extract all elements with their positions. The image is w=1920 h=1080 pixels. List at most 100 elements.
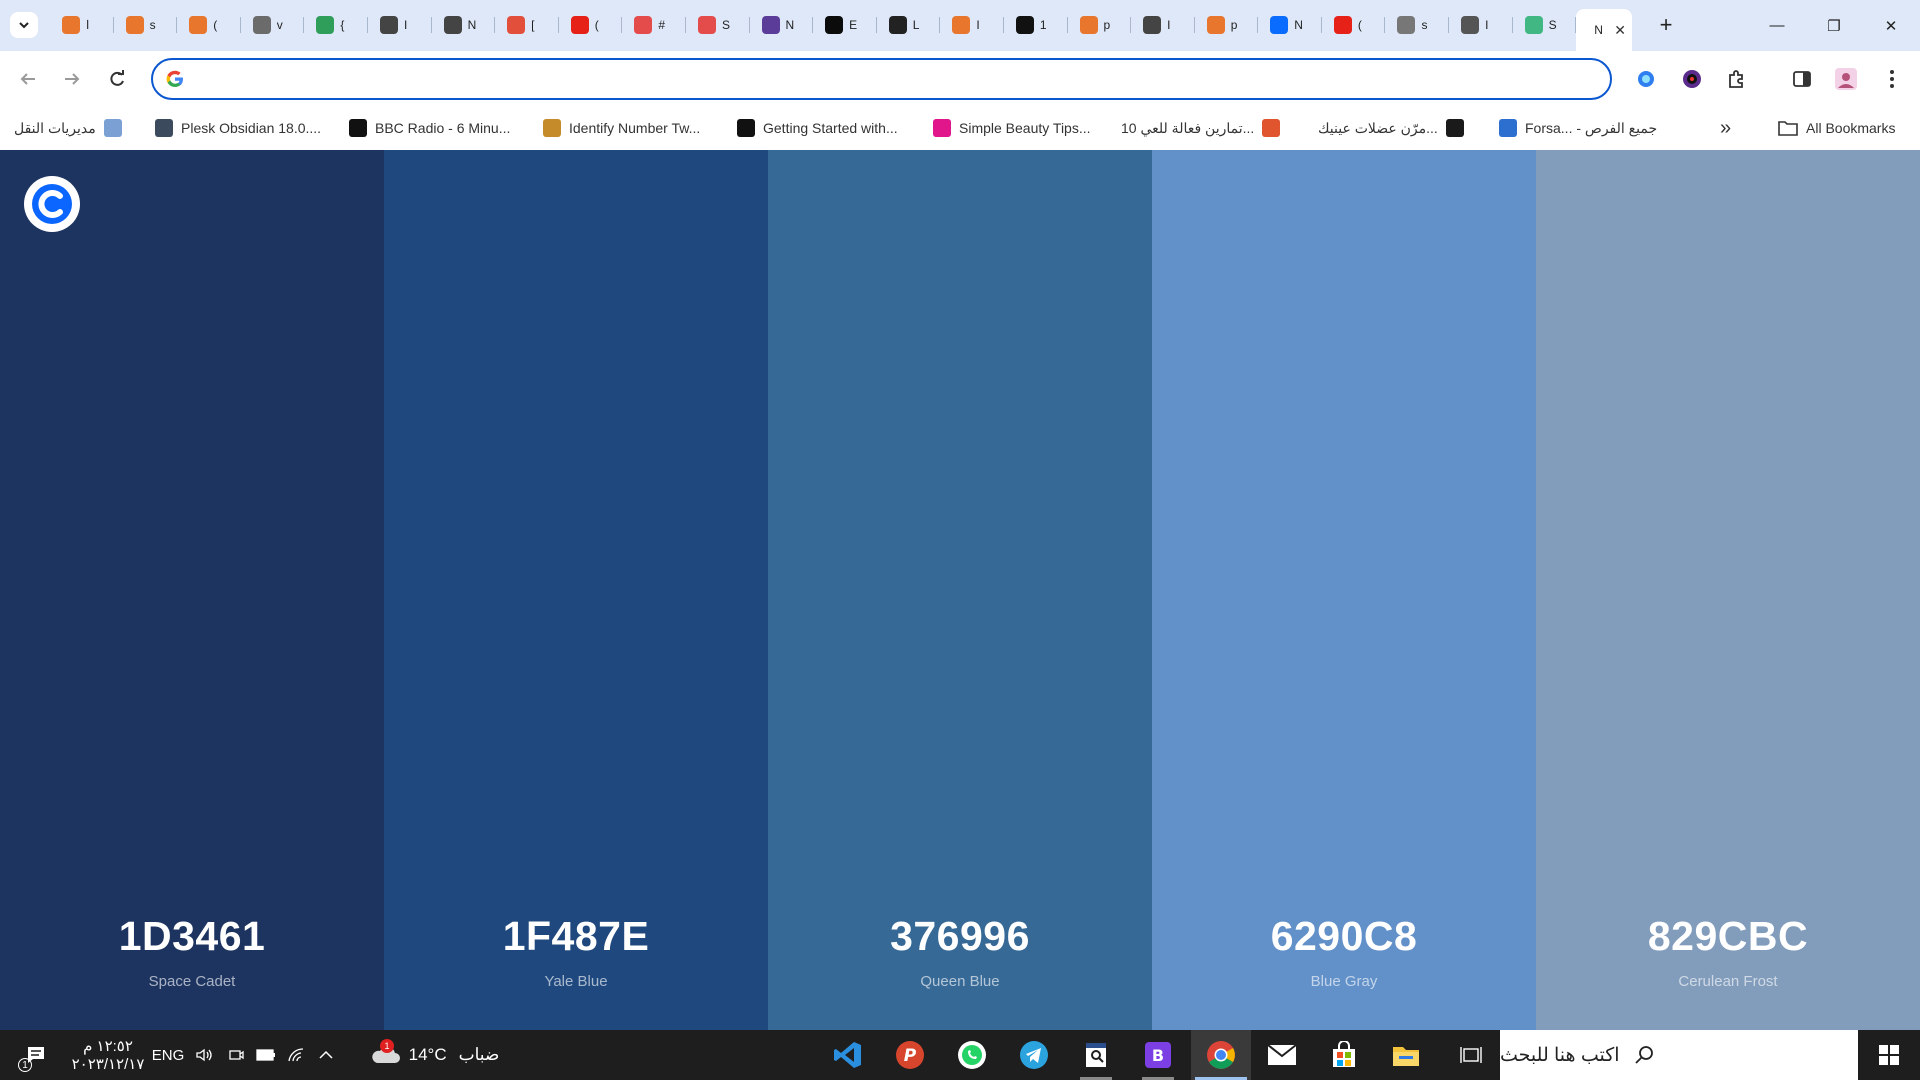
postman-button[interactable]: P bbox=[882, 1030, 938, 1080]
browser-tab[interactable]: p bbox=[1068, 9, 1132, 41]
color-name[interactable]: Blue Gray bbox=[1152, 973, 1536, 990]
browser-tab[interactable]: [ bbox=[495, 9, 559, 41]
chrome-taskbar-button[interactable] bbox=[1191, 1030, 1251, 1080]
browser-tab[interactable]: ( bbox=[559, 9, 623, 41]
chrome-menu-button[interactable] bbox=[1878, 65, 1906, 93]
clock-button[interactable]: ١٢:٥٢ م ٢٠٢٣/١٢/١٧ bbox=[68, 1030, 148, 1080]
battery-button[interactable] bbox=[252, 1030, 280, 1080]
bookmark-item[interactable]: 10 تمارين فعالة للعي... bbox=[1121, 117, 1281, 139]
task-view-button[interactable] bbox=[1443, 1030, 1499, 1080]
wifi-button[interactable] bbox=[282, 1030, 310, 1080]
extension-button[interactable] bbox=[1678, 65, 1706, 93]
browser-tab[interactable]: S bbox=[1513, 9, 1577, 41]
color-name[interactable]: Yale Blue bbox=[384, 973, 768, 990]
a-icon bbox=[1445, 119, 1464, 137]
color-name[interactable]: Cerulean Frost bbox=[1536, 973, 1920, 990]
color-hex-code[interactable]: 6290C8 bbox=[1152, 913, 1536, 960]
bookmark-label: Forsa... - جميع الفرص bbox=[1525, 119, 1658, 136]
reload-button[interactable] bbox=[103, 65, 131, 93]
bookmark-item[interactable]: Plesk Obsidian 18.0.... bbox=[155, 117, 321, 139]
color-swatch[interactable]: 1D3461 Space Cadet bbox=[0, 150, 384, 1030]
color-name[interactable]: Space Cadet bbox=[0, 973, 384, 990]
browser-tab[interactable]: 1 bbox=[1004, 9, 1068, 41]
browser-tab[interactable]: I bbox=[1131, 9, 1195, 41]
bootstrap-studio-button[interactable]: B bbox=[1130, 1030, 1186, 1080]
tab-search-button[interactable] bbox=[10, 12, 38, 38]
coolors-icon bbox=[32, 184, 72, 224]
whatsapp-button[interactable] bbox=[944, 1030, 1000, 1080]
file-explorer-icon bbox=[1393, 1047, 1419, 1066]
active-tab[interactable]: N ✕ bbox=[1576, 9, 1633, 51]
url-input[interactable] bbox=[197, 66, 1577, 92]
microsoft-store-button[interactable] bbox=[1316, 1030, 1372, 1080]
browser-tab[interactable]: I bbox=[368, 9, 432, 41]
bbc-icon bbox=[349, 119, 367, 137]
color-hex-code[interactable]: 829CBC bbox=[1536, 913, 1920, 960]
minimize-button[interactable]: — bbox=[1749, 0, 1805, 51]
browser-tab[interactable]: L bbox=[877, 9, 941, 41]
browser-tab[interactable]: ( bbox=[1322, 9, 1386, 41]
browser-tab[interactable]: s bbox=[114, 9, 178, 41]
back-button[interactable] bbox=[14, 65, 42, 93]
browser-tab[interactable]: N bbox=[432, 9, 496, 41]
notepad-button[interactable] bbox=[1068, 1030, 1124, 1080]
browser-tab[interactable]: ا bbox=[50, 9, 114, 41]
tab-title: s bbox=[149, 18, 156, 32]
color-swatch[interactable]: 829CBC Cerulean Frost bbox=[1536, 150, 1920, 1030]
browser-tab[interactable]: s bbox=[1385, 9, 1449, 41]
bookmark-item[interactable]: BBC Radio - 6 Minu... bbox=[349, 117, 510, 139]
vscode-button[interactable] bbox=[820, 1030, 876, 1080]
show-hidden-icons-button[interactable] bbox=[312, 1030, 340, 1080]
browser-tab[interactable]: E bbox=[813, 9, 877, 41]
browser-tab[interactable]: ( bbox=[177, 9, 241, 41]
coolors-logo[interactable] bbox=[24, 176, 80, 232]
language-indicator[interactable]: ENG bbox=[150, 1030, 186, 1080]
color-hex-code[interactable]: 376996 bbox=[768, 913, 1152, 960]
volume-button[interactable] bbox=[190, 1030, 218, 1080]
bookmark-item[interactable]: مديريات النقل bbox=[14, 117, 122, 139]
all-bookmarks-button[interactable]: All Bookmarks bbox=[1778, 117, 1895, 139]
color-swatch[interactable]: 6290C8 Blue Gray bbox=[1152, 150, 1536, 1030]
browser-tab[interactable]: I bbox=[1449, 9, 1513, 41]
browser-tab[interactable]: N bbox=[750, 9, 814, 41]
fire-icon bbox=[952, 16, 971, 34]
bookmark-item[interactable]: مرّن عضلات عينيك... bbox=[1318, 117, 1464, 139]
close-window-button[interactable]: ✕ bbox=[1863, 0, 1919, 51]
meet-now-button[interactable] bbox=[222, 1030, 250, 1080]
bookmark-item[interactable]: Getting Started with... bbox=[737, 117, 898, 139]
gear-icon bbox=[1397, 16, 1416, 34]
browser-tab[interactable]: v bbox=[241, 9, 305, 41]
browser-tab[interactable]: # bbox=[622, 9, 686, 41]
browser-tab[interactable]: { bbox=[304, 9, 368, 41]
side-panel-button[interactable] bbox=[1788, 65, 1816, 93]
svg-text:P: P bbox=[904, 1046, 917, 1066]
notification-center-button[interactable]: 1 bbox=[16, 1030, 56, 1080]
browser-tab[interactable]: I bbox=[940, 9, 1004, 41]
extensions-menu-button[interactable] bbox=[1723, 65, 1751, 93]
more-bookmarks-button[interactable]: » bbox=[1720, 117, 1731, 139]
address-bar[interactable] bbox=[151, 58, 1612, 100]
taskbar-search-box[interactable]: اكتب هنا للبحث bbox=[1500, 1030, 1858, 1080]
bookmark-item[interactable]: Forsa... - جميع الفرص bbox=[1499, 117, 1657, 139]
file-explorer-button[interactable] bbox=[1378, 1030, 1434, 1080]
color-hex-code[interactable]: 1F487E bbox=[384, 913, 768, 960]
browser-tab[interactable]: p bbox=[1195, 9, 1259, 41]
bookmark-item[interactable]: Identify Number Tw... bbox=[543, 117, 700, 139]
weather-widget[interactable]: 1 14°C ضباب bbox=[360, 1030, 510, 1080]
close-icon[interactable]: ✕ bbox=[1614, 22, 1626, 39]
mail-button[interactable] bbox=[1254, 1030, 1310, 1080]
restore-button[interactable]: ❐ bbox=[1806, 0, 1862, 51]
color-swatch[interactable]: 376996 Queen Blue bbox=[768, 150, 1152, 1030]
profile-button[interactable] bbox=[1832, 65, 1860, 93]
forward-button[interactable] bbox=[58, 65, 86, 93]
color-hex-code[interactable]: 1D3461 bbox=[0, 913, 384, 960]
color-swatch[interactable]: 1F487E Yale Blue bbox=[384, 150, 768, 1030]
bookmark-item[interactable]: Simple Beauty Tips... bbox=[933, 117, 1091, 139]
browser-tab[interactable]: N bbox=[1258, 9, 1322, 41]
telegram-button[interactable] bbox=[1006, 1030, 1062, 1080]
start-button[interactable] bbox=[1858, 1030, 1920, 1080]
new-tab-button[interactable]: + bbox=[1652, 11, 1680, 39]
extension-button[interactable] bbox=[1632, 65, 1660, 93]
browser-tab[interactable]: S bbox=[686, 9, 750, 41]
color-name[interactable]: Queen Blue bbox=[768, 973, 1152, 990]
